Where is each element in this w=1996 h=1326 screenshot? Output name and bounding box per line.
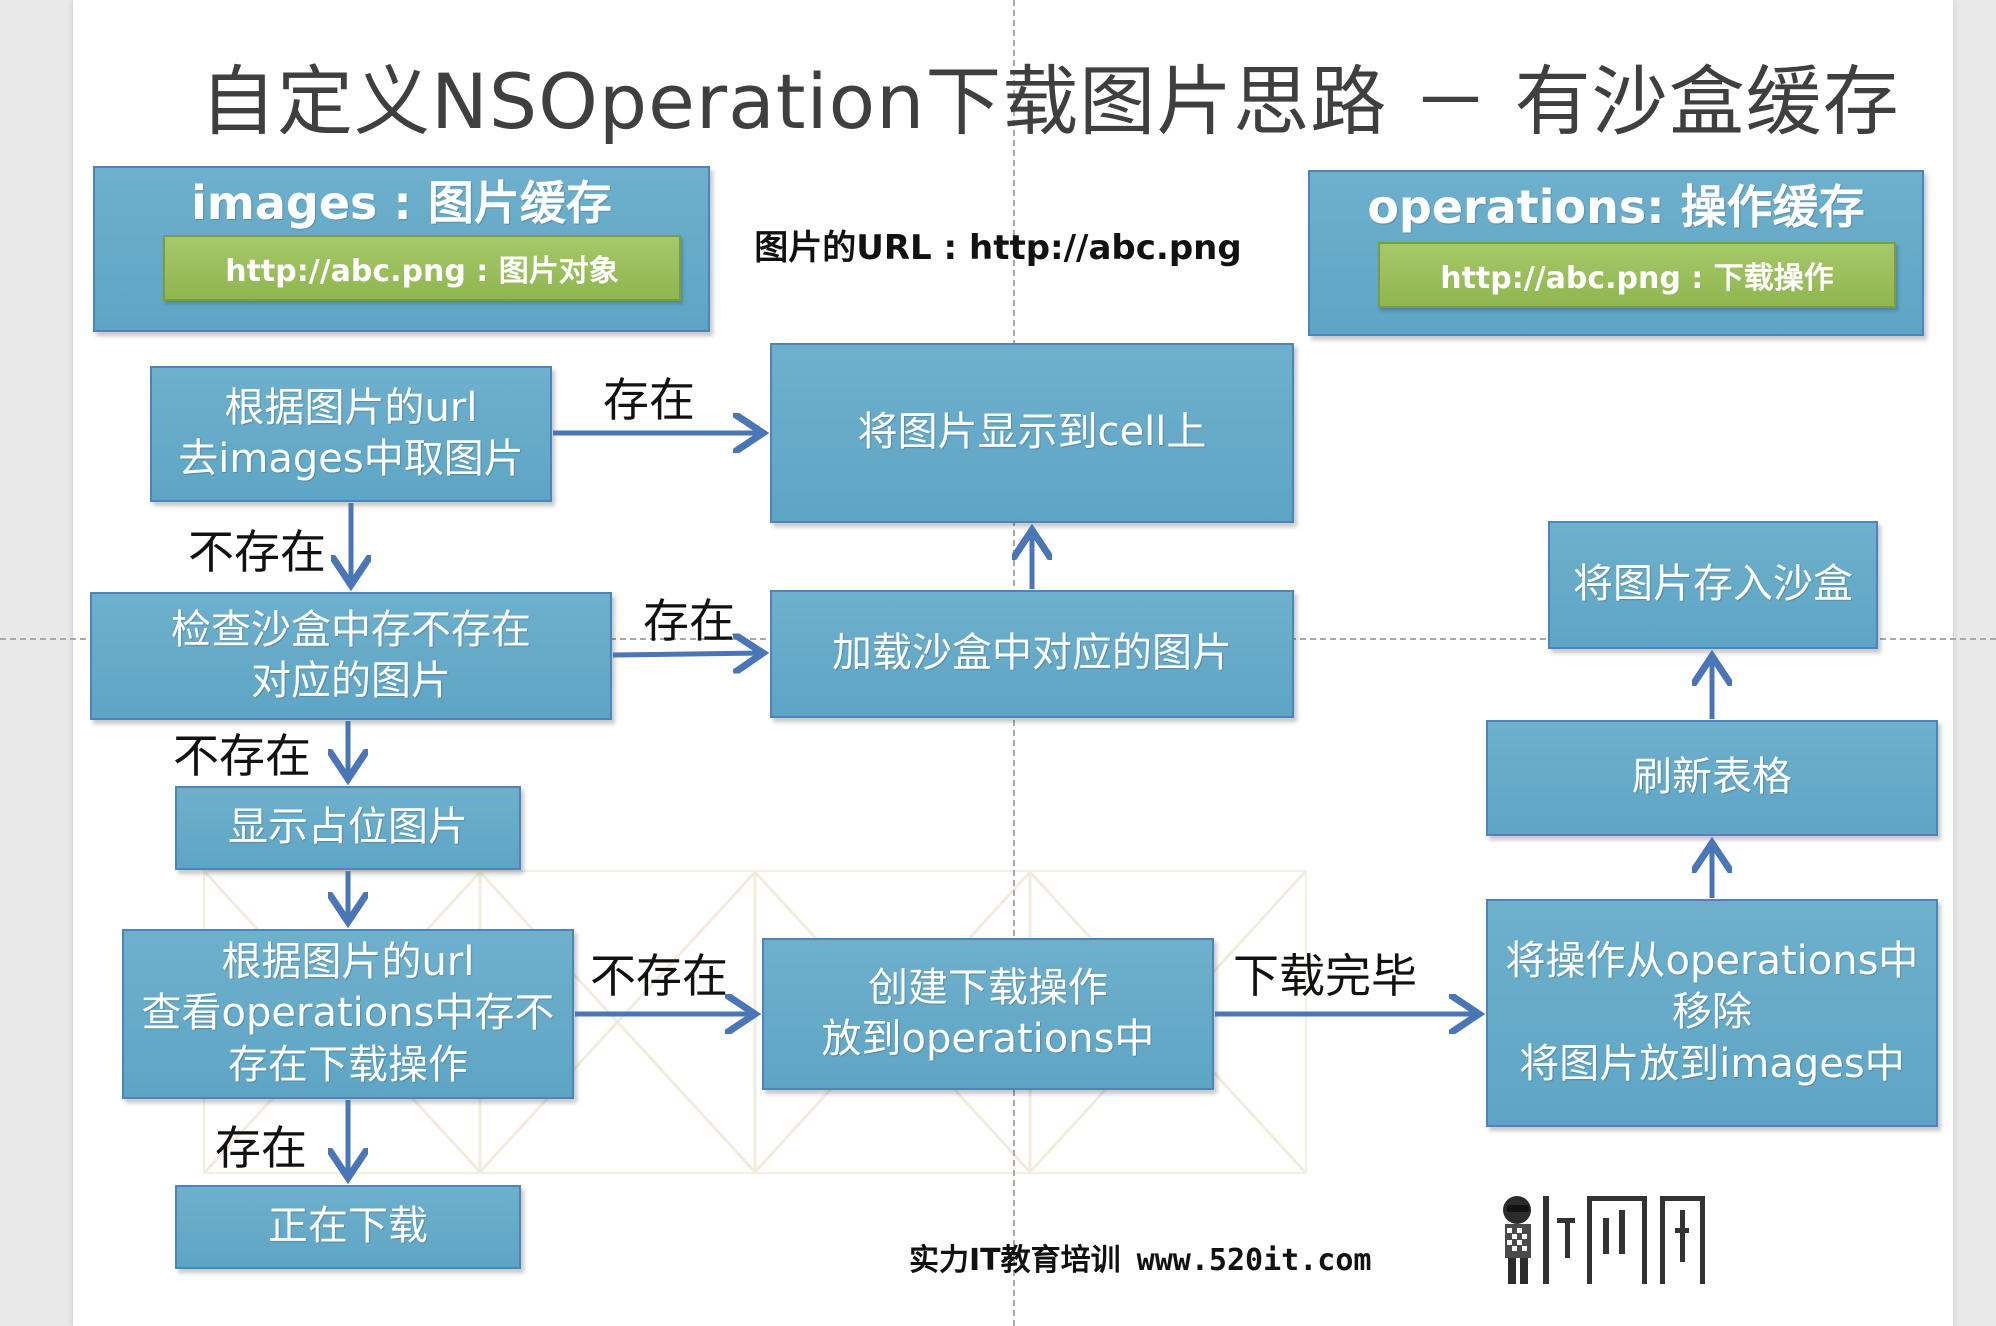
footer: 实力IT教育培训 www.520it.com [909, 1235, 1371, 1279]
logo-figure-icon [1503, 1196, 1531, 1284]
logo [1503, 1196, 1705, 1284]
arrow-sandbox-to-load [612, 653, 763, 655]
edge-label-exists-3: 存在 [215, 1121, 307, 1175]
edge-label-not-exists-3: 不存在 [590, 949, 728, 1003]
footer-org: 实力IT教育培训 [909, 1243, 1121, 1278]
edge-label-not-exists-1: 不存在 [188, 525, 326, 579]
logo-mark-icon [1543, 1196, 1705, 1284]
edge-label-exists-1: 存在 [603, 373, 695, 427]
edge-label-not-exists-2: 不存在 [173, 729, 311, 783]
edge-label-exists-2: 存在 [643, 594, 735, 648]
edge-label-download-done: 下载完毕 [1233, 949, 1417, 1003]
footer-url: www.520it.com [1136, 1243, 1372, 1278]
